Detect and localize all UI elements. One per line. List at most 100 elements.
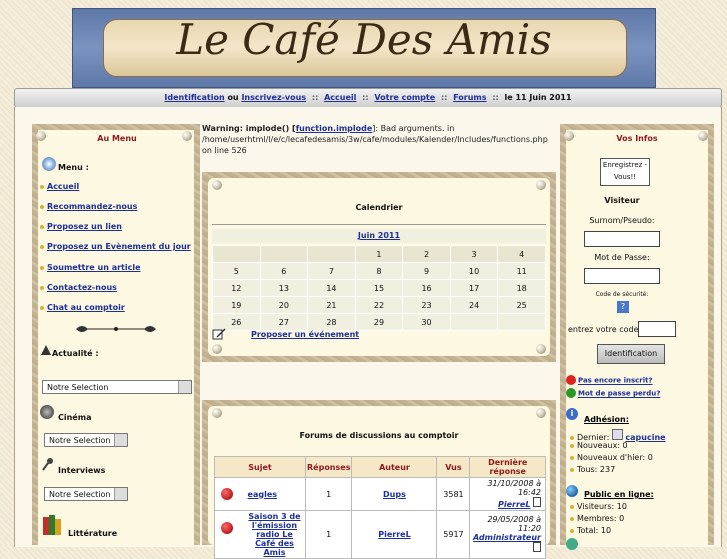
calendar-day[interactable]: 7	[307, 262, 356, 280]
author-cell: Dups	[351, 477, 438, 511]
menu-item-propose-link[interactable]: Proposez un lien	[40, 222, 122, 231]
calendar-day[interactable]: 13	[259, 279, 309, 297]
not-registered-row[interactable]: Pas encore inscrit?	[566, 375, 653, 385]
calendar-today[interactable]: 11	[497, 262, 546, 280]
menu-item-contact[interactable]: Contactez-nous	[40, 283, 117, 292]
menu-item-recommend[interactable]: Recommandez-nous	[40, 202, 137, 211]
nav-account-link[interactable]: Votre compte	[374, 93, 435, 102]
user-icon	[611, 429, 623, 440]
calendar-day[interactable]: 24	[449, 296, 499, 314]
topic-link[interactable]: eagles	[248, 490, 277, 499]
extra-icon	[566, 538, 578, 550]
online-total-row: Total: 10	[570, 526, 611, 535]
cinema-select[interactable]: Notre Selection	[44, 433, 128, 447]
nav-separator: ::	[362, 93, 369, 102]
calendar-month-link[interactable]: Juin 2011	[358, 231, 400, 240]
calendar-day[interactable]: 25	[497, 296, 546, 314]
menu-label: Menu :	[58, 163, 89, 172]
cinema-reel-icon	[40, 405, 54, 419]
col-header-last-reply: Dernière réponse	[469, 456, 546, 478]
calendar-day[interactable]: 5	[212, 262, 261, 280]
menu-icon	[42, 157, 56, 171]
calendar-day[interactable]: 10	[449, 262, 499, 280]
calendar-day[interactable]: 17	[449, 279, 499, 297]
nav-identification-link[interactable]: Identification	[164, 93, 224, 102]
last-reply-author-link[interactable]: Administrateur	[473, 533, 541, 542]
membership-label: Adhésion:	[584, 415, 629, 424]
table-row: Saison 3 de l'émission radio Le Café des…	[214, 510, 546, 559]
calendar-day[interactable]: 16	[402, 279, 451, 297]
latest-member-link[interactable]: capucine	[625, 433, 665, 442]
menu-item-chat[interactable]: Chat au comptoir	[40, 303, 125, 312]
page-icon	[533, 497, 541, 507]
replies-cell: 1	[304, 477, 353, 511]
calendar-day[interactable]: 3	[449, 245, 499, 263]
last-reply-author-link[interactable]: PierreL	[498, 500, 530, 509]
cinema-label: Cinéma	[58, 413, 92, 422]
calendar-day[interactable]: 14	[307, 279, 356, 297]
col-header-views: Vus	[436, 456, 471, 478]
last-reply-date: 31/10/2008 à 16:42	[487, 479, 541, 497]
calendar-day[interactable]: 29	[354, 313, 404, 331]
forums-title: Forums de discussions au comptoir	[299, 431, 459, 440]
interviews-select[interactable]: Notre Selection	[44, 487, 128, 501]
calendar-day[interactable]: 8	[354, 262, 404, 280]
replies-cell: 1	[304, 510, 353, 559]
security-code-input[interactable]	[638, 321, 676, 337]
news-select[interactable]: Notre Selection	[42, 380, 192, 394]
nav-register-link[interactable]: Inscrivez-vous	[241, 93, 306, 102]
username-input[interactable]	[584, 231, 660, 247]
menu-item-submit-article[interactable]: Soumettre un article	[40, 263, 141, 272]
topic-link[interactable]: Saison 3 de l'émission radio Le Café des…	[245, 512, 304, 557]
calendar-day[interactable]: 15	[354, 279, 404, 297]
calendar-day[interactable]: 21	[307, 296, 356, 314]
calendar-day[interactable]: 2	[402, 245, 451, 263]
pin-icon	[536, 180, 546, 190]
captcha-image: ?	[617, 301, 629, 313]
pin-icon	[536, 408, 546, 418]
menu-item-home[interactable]: Accueil	[40, 182, 79, 191]
calendar-day[interactable]: 20	[259, 296, 309, 314]
calendar-day[interactable]: 27	[259, 313, 309, 331]
nav-home-link[interactable]: Accueil	[324, 93, 356, 102]
views-cell: 5917	[436, 510, 471, 559]
author-cell: PierreL	[351, 510, 438, 559]
password-input[interactable]	[584, 268, 660, 284]
menu-item-propose-event[interactable]: Proposez un Evènement du jour	[40, 242, 191, 251]
forums-table: Sujet Réponses Auteur Vus Dernière répon…	[214, 456, 546, 559]
calendar-day[interactable]: 1	[354, 245, 404, 263]
calendar-day[interactable]: 6	[259, 262, 309, 280]
warning-function-link[interactable]: function.implode	[296, 124, 373, 133]
red-dot-icon	[566, 375, 576, 385]
interviews-label: Interviews	[58, 466, 106, 475]
calendar-day[interactable]: 28	[307, 313, 356, 331]
php-warning-text: Warning: implode() [function.implode]: B…	[202, 123, 558, 156]
author-link[interactable]: Dups	[383, 490, 406, 499]
calendar-day[interactable]: 19	[212, 296, 261, 314]
calendar-title: Calendrier	[355, 203, 403, 212]
calendar-day[interactable]: 9	[402, 262, 451, 280]
register-badge[interactable]: Enregistrez -Vous!!	[600, 158, 650, 186]
calendar-day[interactable]: 4	[497, 245, 546, 263]
last-reply-cell: 29/05/2008 à 11:20 Administrateur	[469, 510, 546, 559]
views-cell: 3581	[436, 477, 471, 511]
propose-event-link[interactable]: Proposer un événement	[251, 330, 359, 339]
topic-status-icon	[221, 488, 233, 500]
calendar-day[interactable]: 12	[212, 279, 261, 297]
login-button[interactable]: Identification	[597, 344, 665, 364]
pin-icon	[212, 408, 222, 418]
edit-pencil-icon	[212, 328, 226, 340]
nav-date: le 11 Juin 2011	[504, 93, 572, 102]
author-link[interactable]: PierreL	[378, 530, 410, 539]
calendar-day[interactable]: 30	[402, 313, 451, 331]
calendar-day[interactable]: 18	[497, 279, 546, 297]
page-icon	[533, 542, 541, 552]
calendar-day[interactable]: 23	[402, 296, 451, 314]
username-label: Surnom/Pseudo:	[589, 216, 655, 225]
calendar-day[interactable]: 22	[354, 296, 404, 314]
lost-password-row[interactable]: Mot de passe perdu?	[566, 388, 660, 398]
right-box-title: Vos Infos	[616, 134, 658, 143]
pin-icon	[212, 344, 222, 354]
nav-forums-link[interactable]: Forums	[453, 93, 486, 102]
col-header-subject: Sujet	[214, 456, 306, 478]
